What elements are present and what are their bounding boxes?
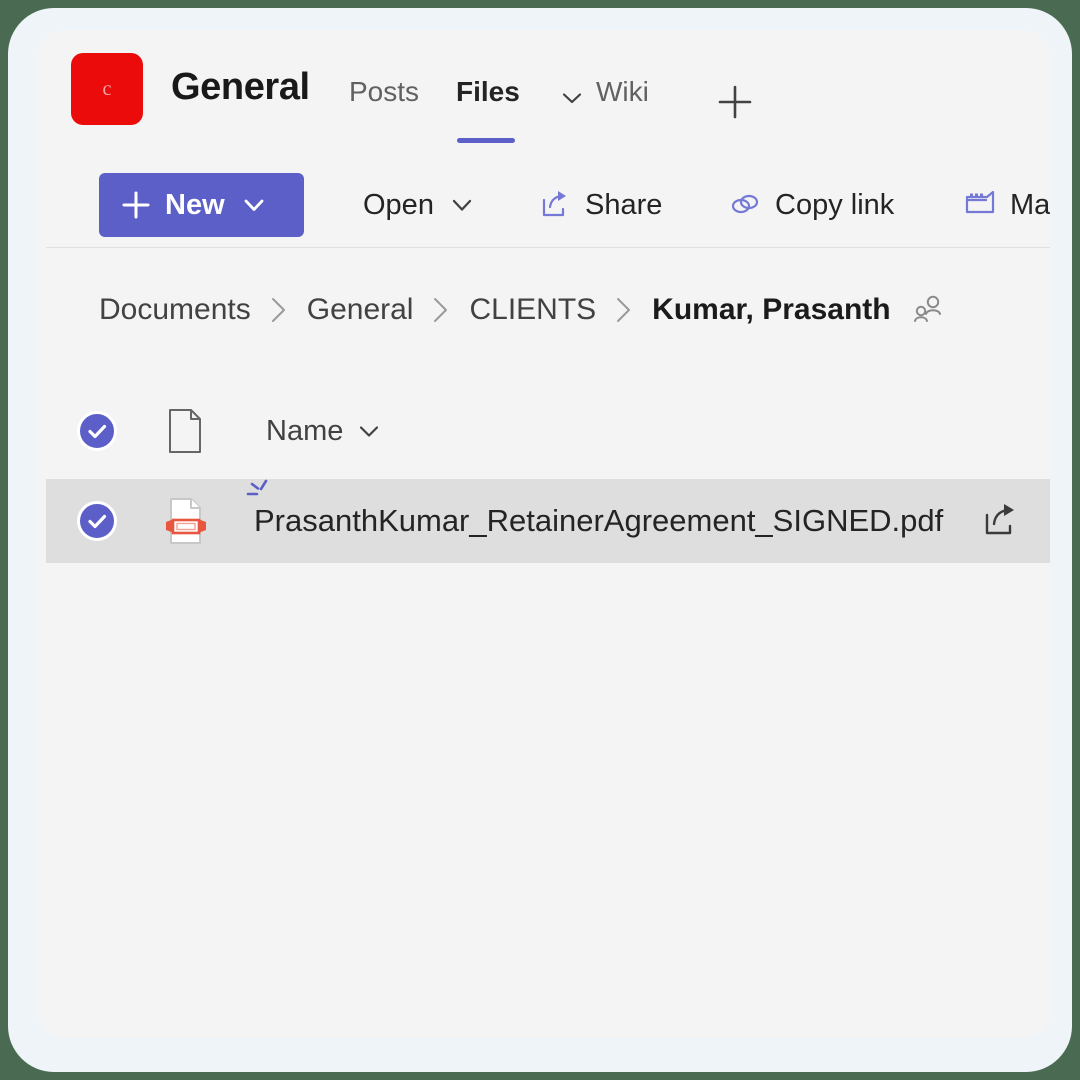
new-button[interactable]: New bbox=[99, 173, 304, 237]
file-name-label: PrasanthKumar_RetainerAgreement_SIGNED.p… bbox=[254, 503, 944, 538]
open-button[interactable]: Open bbox=[363, 173, 477, 237]
table-row[interactable]: PrasanthKumar_RetainerAgreement_SIGNED.p… bbox=[46, 479, 1050, 563]
file-list-header: Name bbox=[46, 395, 1050, 467]
file-name-cell[interactable]: PrasanthKumar_RetainerAgreement_SIGNED.p… bbox=[246, 479, 944, 539]
row-select-checkbox[interactable] bbox=[77, 501, 117, 541]
breadcrumb: Documents General CLIENTS Kumar, Prasant… bbox=[38, 252, 1050, 367]
document-icon[interactable] bbox=[164, 407, 206, 455]
window-icon bbox=[963, 188, 997, 222]
chevron-right-icon bbox=[613, 295, 635, 325]
breadcrumb-item-clients[interactable]: CLIENTS bbox=[469, 293, 596, 327]
tab-files[interactable]: Files bbox=[456, 76, 520, 108]
share-icon[interactable] bbox=[979, 500, 1021, 542]
team-avatar[interactable]: c bbox=[71, 53, 143, 125]
chevron-right-icon bbox=[430, 295, 452, 325]
team-avatar-letter: c bbox=[102, 77, 112, 100]
tab-posts[interactable]: Posts bbox=[349, 76, 419, 108]
people-icon[interactable] bbox=[911, 293, 945, 327]
column-header-name[interactable]: Name bbox=[266, 415, 383, 448]
make-button[interactable]: Ma bbox=[963, 173, 1050, 237]
chevron-down-icon bbox=[447, 190, 477, 220]
channel-title: General bbox=[171, 66, 310, 108]
pdf-file-icon bbox=[164, 495, 208, 547]
toolbar-divider bbox=[46, 247, 1050, 248]
chevron-down-icon bbox=[355, 417, 383, 445]
copy-link-button[interactable]: Copy link bbox=[728, 173, 894, 237]
app-card: c General Posts Files Wiki New Open Shar… bbox=[8, 8, 1072, 1072]
share-button[interactable]: Share bbox=[538, 173, 662, 237]
breadcrumb-item-current: Kumar, Prasanth bbox=[652, 292, 891, 326]
sparkle-icon bbox=[242, 477, 276, 514]
share-button-label: Share bbox=[585, 188, 663, 221]
chevron-down-icon bbox=[239, 190, 269, 220]
breadcrumb-item-general[interactable]: General bbox=[307, 293, 414, 327]
active-tab-underline bbox=[457, 138, 515, 143]
column-header-name-label: Name bbox=[266, 414, 344, 447]
new-button-label: New bbox=[165, 188, 225, 221]
make-button-label: Ma bbox=[1010, 188, 1050, 221]
plus-icon[interactable] bbox=[713, 80, 757, 129]
copy-link-button-label: Copy link bbox=[775, 188, 895, 221]
share-icon bbox=[538, 188, 572, 222]
open-button-label: Open bbox=[363, 188, 434, 221]
command-bar: New Open Share Copy link Ma bbox=[38, 155, 1050, 243]
link-icon bbox=[728, 188, 762, 222]
teams-files-panel: c General Posts Files Wiki New Open Shar… bbox=[38, 30, 1050, 1038]
chevron-right-icon bbox=[268, 295, 290, 325]
plus-icon bbox=[119, 188, 153, 222]
file-list: Name PrasanthKumar_RetainerAgreement_SIG… bbox=[38, 367, 1050, 1038]
chevron-down-icon[interactable] bbox=[559, 85, 585, 116]
breadcrumb-item-documents[interactable]: Documents bbox=[99, 293, 251, 327]
select-all-checkbox[interactable] bbox=[77, 411, 117, 451]
channel-header: c General Posts Files Wiki bbox=[38, 30, 1050, 150]
tab-wiki[interactable]: Wiki bbox=[596, 76, 649, 108]
